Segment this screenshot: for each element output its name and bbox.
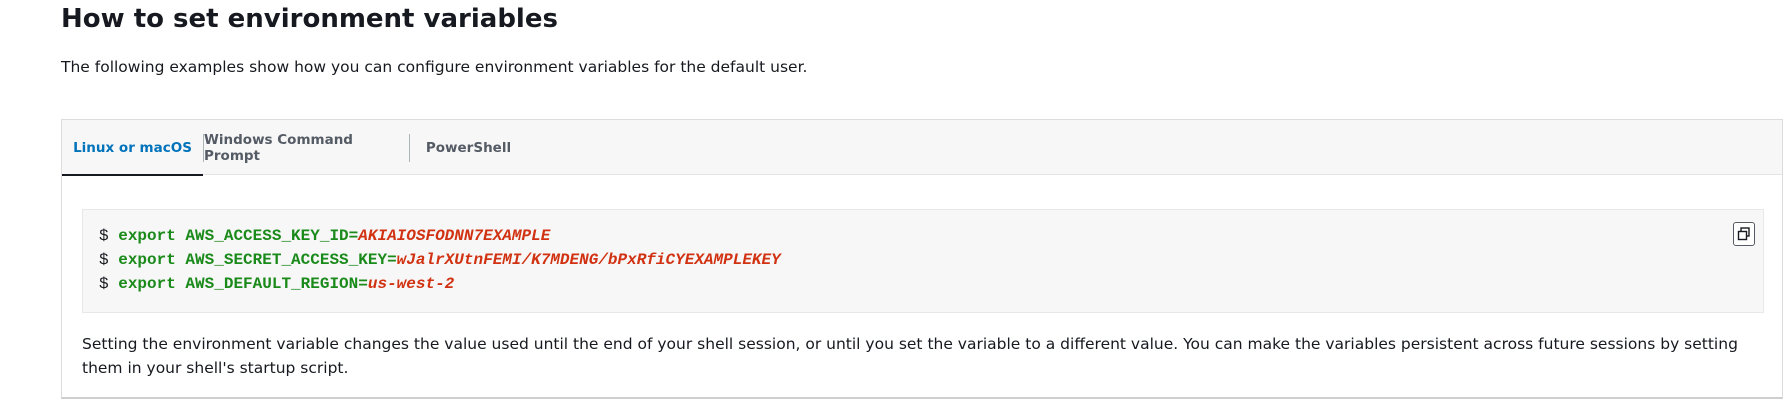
code-lines: $ export AWS_ACCESS_KEY_ID=AKIAIOSFODNN7… (99, 224, 781, 296)
code-value: wJalrXUtnFEMI/K7MDENG/bPxRfiCYEXAMPLEKEY (396, 251, 781, 269)
section-intro: The following examples show how you can … (61, 58, 808, 76)
tab-bar: Linux or macOS Windows Command Prompt Po… (62, 120, 1782, 176)
shell-prompt: $ (99, 227, 109, 245)
code-line: $ export AWS_ACCESS_KEY_ID=AKIAIOSFODNN7… (99, 224, 781, 248)
code-value: us-west-2 (367, 275, 455, 293)
code-value: AKIAIOSFODNN7EXAMPLE (358, 227, 551, 245)
tab-powershell[interactable]: PowerShell (410, 120, 527, 175)
shell-prompt: $ (99, 251, 109, 269)
copy-button[interactable] (1733, 222, 1755, 246)
shell-prompt: $ (99, 275, 109, 293)
code-line: $ export AWS_SECRET_ACCESS_KEY=wJalrXUtn… (99, 248, 781, 272)
section-title: How to set environment variables (61, 4, 558, 34)
code-command: export AWS_DEFAULT_REGION= (118, 275, 368, 293)
code-command: export AWS_SECRET_ACCESS_KEY= (118, 251, 397, 269)
tab-panel: Linux or macOS Windows Command Prompt Po… (61, 119, 1783, 399)
tab-windows-command-prompt[interactable]: Windows Command Prompt (204, 120, 409, 175)
tab-linux-macos[interactable]: Linux or macOS (62, 120, 203, 176)
code-line: $ export AWS_DEFAULT_REGION=us-west-2 (99, 272, 781, 296)
code-command: export AWS_ACCESS_KEY_ID= (118, 227, 359, 245)
explanation-text: Setting the environment variable changes… (82, 335, 1738, 377)
code-block: $ export AWS_ACCESS_KEY_ID=AKIAIOSFODNN7… (82, 209, 1764, 313)
copy-icon (1737, 227, 1750, 241)
